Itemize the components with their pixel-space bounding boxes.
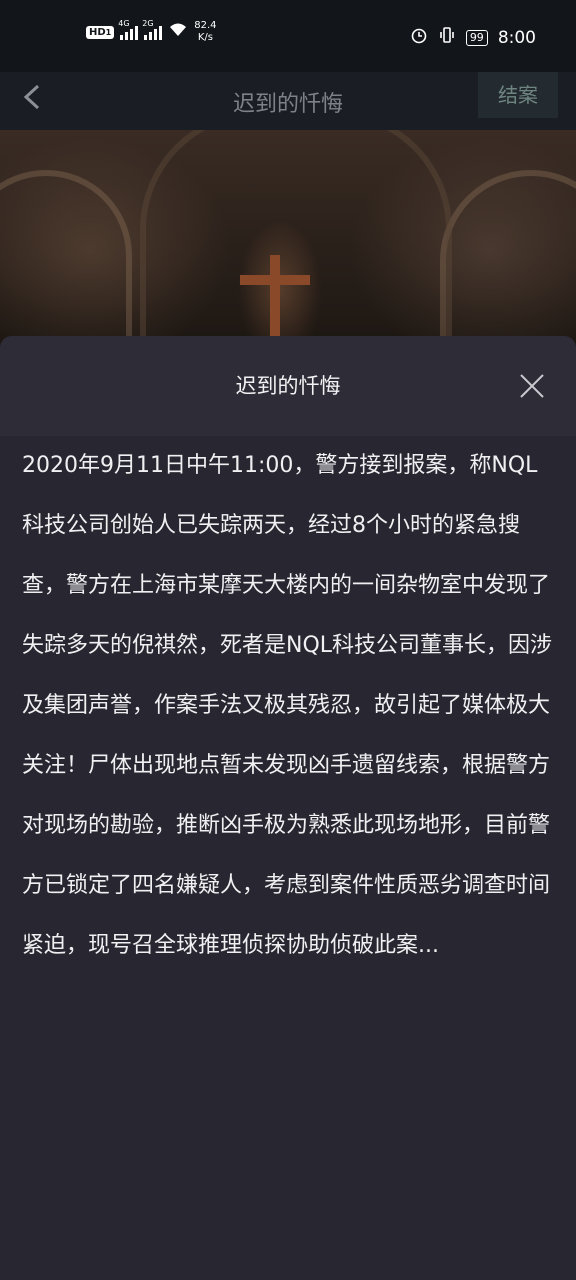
status-right: 99 8:00 [410, 26, 536, 49]
sheet-header: 迟到的忏悔 [0, 336, 576, 436]
sheet-body: 2020年9月11日中午11:00，警方接到报案，称NQL科技公司创始人已失踪两… [0, 436, 576, 1280]
signal-icon-sim2: 2G [142, 19, 163, 40]
case-detail-sheet: 迟到的忏悔 2020年9月11日中午11:00，警方接到报案，称NQL科技公司创… [0, 336, 576, 1280]
network-speed: 82.4 K/s [194, 20, 217, 43]
sheet-title: 迟到的忏悔 [235, 374, 341, 398]
close-case-button[interactable]: 结案 [478, 72, 558, 118]
alarm-icon [410, 26, 428, 49]
battery-icon: 99 [465, 29, 488, 46]
signal-icon-sim1: 4G [118, 19, 139, 40]
sim2-network-label: 2G [142, 19, 154, 28]
app-bar: 迟到的忏悔 结案 [0, 72, 576, 130]
status-left: HD1 4G 2G 82.4 K/s [86, 19, 217, 44]
case-description: 2020年9月11日中午11:00，警方接到报案，称NQL科技公司创始人已失踪两… [22, 453, 553, 958]
sim1-network-label: 4G [118, 19, 130, 28]
close-icon [520, 374, 544, 398]
hero-image [0, 130, 576, 350]
clock: 8:00 [497, 27, 536, 48]
vibrate-icon [438, 26, 456, 49]
status-bar: HD1 4G 2G 82.4 K/s 99 8:00 [0, 0, 576, 72]
hd-badge: HD1 [86, 25, 115, 39]
wifi-icon [168, 22, 188, 42]
close-button[interactable] [518, 372, 546, 400]
